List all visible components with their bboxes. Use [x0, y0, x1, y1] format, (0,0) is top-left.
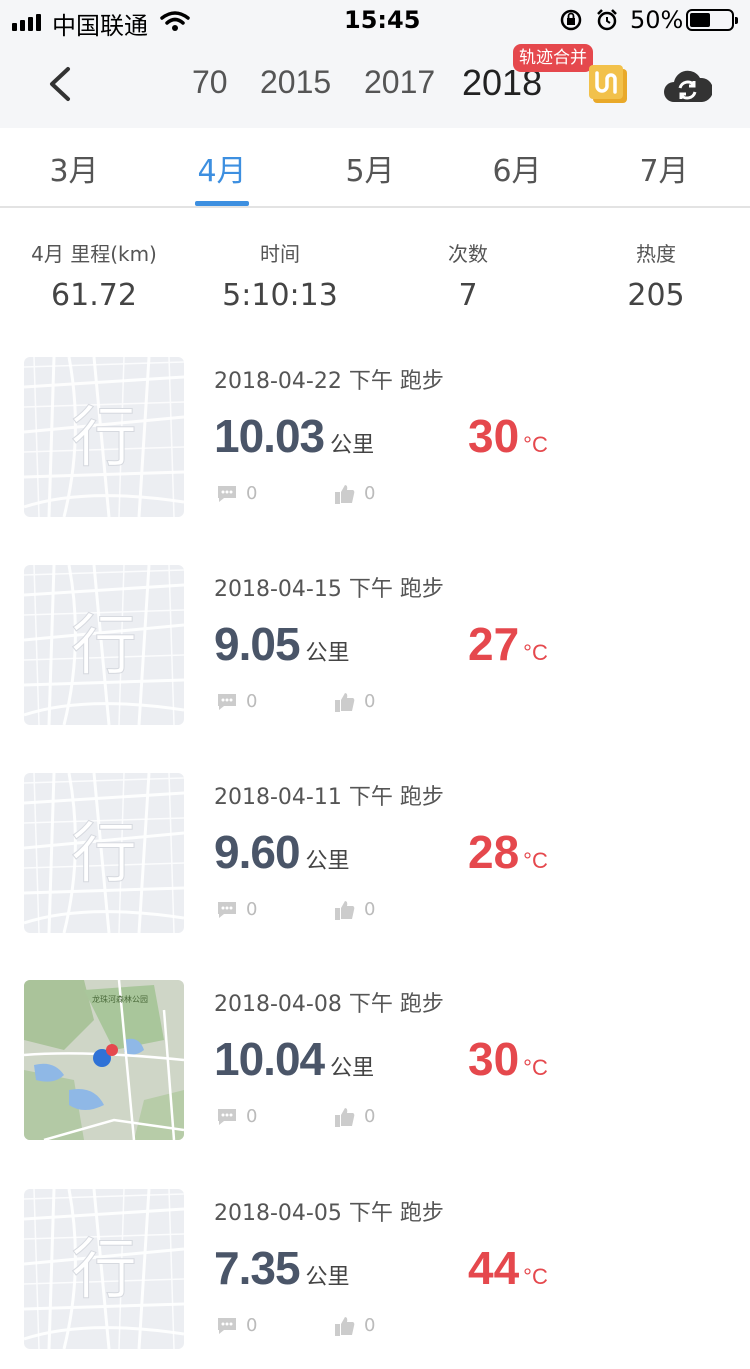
run-distance: 7.35 公里	[214, 1242, 350, 1294]
placeholder-glyph: 行	[71, 607, 137, 684]
wifi-icon	[160, 11, 190, 31]
route-thumbnail[interactable]: 行	[24, 357, 184, 517]
merge-track-badge[interactable]: 轨迹合并	[513, 44, 593, 72]
placeholder-map-image: 行	[24, 1189, 184, 1349]
distance-unit: 公里	[305, 848, 350, 873]
status-bar: 中国联通 15:45 50%	[0, 0, 750, 40]
mileage-label: 4月 里程(km)	[31, 242, 157, 266]
run-temperature: 28 °C	[468, 826, 548, 878]
svg-text:龙珠河森林公园: 龙珠河森林公园	[92, 994, 148, 1004]
comment-count[interactable]: 0	[216, 899, 257, 920]
comment-count[interactable]: 0	[216, 1106, 257, 1127]
run-temperature: 44 °C	[468, 1242, 548, 1294]
rotation-lock-icon	[560, 9, 582, 31]
temperature-unit: °C	[523, 1264, 548, 1289]
run-temperature: 30 °C	[468, 410, 548, 462]
mileage-value: 61.72	[51, 278, 137, 313]
distance-unit: 公里	[305, 1264, 350, 1289]
run-date: 2018-04-22 下午 跑步	[214, 369, 444, 394]
placeholder-map-image: 行	[24, 357, 184, 517]
count-label: 次数	[448, 242, 488, 266]
run-distance: 10.03 公里	[214, 410, 375, 462]
run-card-2[interactable]: 行 2018-04-15 下午 跑步 9.05 公里 27 °C 0 0	[0, 565, 750, 745]
run-date: 2018-04-15 下午 跑步	[214, 577, 444, 602]
run-date: 2018-04-05 下午 跑步	[214, 1201, 444, 1226]
placeholder-glyph: 行	[71, 815, 137, 892]
route-thumbnail[interactable]: 行	[24, 773, 184, 933]
tab-april[interactable]: 4月	[182, 146, 262, 190]
year-2015[interactable]: 2015	[260, 64, 331, 101]
alarm-icon	[597, 9, 617, 31]
run-card-5[interactable]: 行 2018-04-05 下午 跑步 7.35 公里 44 °C 0 0	[0, 1189, 750, 1369]
battery-icon	[686, 9, 738, 31]
comment-icon	[218, 486, 236, 502]
placeholder-map-image: 行	[24, 773, 184, 933]
battery-percent: 50%	[630, 6, 684, 34]
time-value: 5:10:13	[222, 278, 338, 313]
run-distance: 9.05 公里	[214, 618, 350, 670]
route-thumbnail[interactable]: 行	[24, 565, 184, 725]
run-distance: 10.04 公里	[214, 1033, 375, 1085]
temperature-unit: °C	[523, 848, 548, 873]
tab-march[interactable]: 3月	[34, 146, 114, 190]
placeholder-map-image: 行	[24, 565, 184, 725]
placeholder-glyph: 行	[71, 1231, 137, 1308]
like-count[interactable]: 0	[334, 1106, 375, 1128]
run-date: 2018-04-08 下午 跑步	[214, 992, 444, 1017]
temperature-unit: °C	[523, 432, 548, 457]
route-thumbnail[interactable]: 行	[24, 1189, 184, 1349]
run-date: 2018-04-11 下午 跑步	[214, 785, 444, 810]
count-value: 7	[458, 278, 478, 313]
thumbs-up-icon	[335, 693, 355, 712]
distance-unit: 公里	[330, 1055, 375, 1080]
like-count[interactable]: 0	[334, 483, 375, 505]
tab-june[interactable]: 6月	[477, 146, 557, 190]
cloud-sync-icon[interactable]	[662, 64, 712, 106]
comment-icon	[218, 902, 236, 918]
signal-icon	[12, 12, 44, 31]
like-count[interactable]: 0	[334, 899, 375, 921]
heat-value: 205	[627, 278, 685, 313]
run-temperature: 27 °C	[468, 618, 548, 670]
comment-icon	[218, 1109, 236, 1125]
heat-label: 热度	[636, 242, 676, 266]
merge-track-icon[interactable]	[588, 64, 630, 106]
run-distance: 9.60 公里	[214, 826, 350, 878]
tab-july[interactable]: 7月	[624, 146, 704, 190]
year-2017[interactable]: 2017	[364, 64, 435, 101]
distance-unit: 公里	[305, 640, 350, 665]
comment-count[interactable]: 0	[216, 1315, 257, 1336]
route-map-image: 龙珠河森林公园	[24, 980, 184, 1140]
route-thumbnail[interactable]: 龙珠河森林公园	[24, 980, 184, 1140]
clock: 15:45	[344, 6, 421, 34]
active-tab-indicator	[195, 201, 249, 206]
carrier-label: 中国联通	[52, 12, 148, 40]
time-label: 时间	[260, 242, 300, 266]
tab-may[interactable]: 5月	[330, 146, 410, 190]
placeholder-glyph: 行	[71, 399, 137, 476]
comment-icon	[218, 694, 236, 710]
month-tabs: 3月 4月 5月 6月 7月	[0, 128, 750, 208]
run-card-3[interactable]: 行 2018-04-11 下午 跑步 9.60 公里 28 °C 0 0	[0, 773, 750, 953]
thumbs-up-icon	[335, 485, 355, 504]
distance-unit: 公里	[330, 432, 375, 457]
comment-count[interactable]: 0	[216, 691, 257, 712]
back-arrow-icon[interactable]	[44, 66, 76, 102]
temperature-unit: °C	[523, 1055, 548, 1080]
temperature-unit: °C	[523, 640, 548, 665]
comment-count[interactable]: 0	[216, 483, 257, 504]
thumbs-up-icon	[335, 1108, 355, 1127]
like-count[interactable]: 0	[334, 691, 375, 713]
run-card-1[interactable]: 行 2018-04-22 下午 跑步 10.03 公里 30 °C 0 0	[0, 357, 750, 537]
run-temperature: 30 °C	[468, 1033, 548, 1085]
thumbs-up-icon	[335, 901, 355, 920]
run-card-4[interactable]: 龙珠河森林公园 2018-04-08 下午 跑步 10.04 公里 30 °C 0 …	[0, 980, 750, 1160]
comment-icon	[218, 1318, 236, 1334]
year-nav: 70 2015 2017 2018 轨迹合并	[0, 40, 750, 128]
year-70[interactable]: 70	[192, 64, 228, 101]
